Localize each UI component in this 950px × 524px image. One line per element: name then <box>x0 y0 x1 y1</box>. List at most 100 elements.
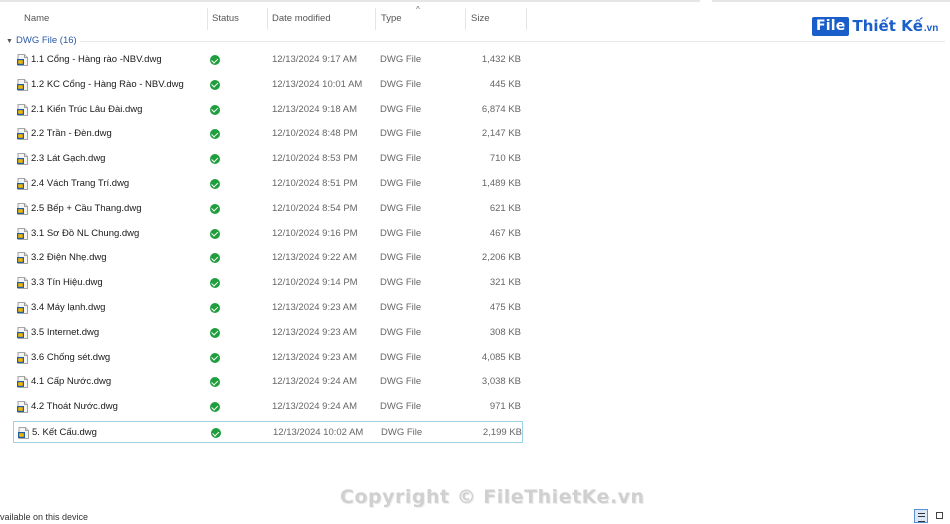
file-date-modified: 12/13/2024 9:18 AM <box>272 103 358 115</box>
file-date-modified: 12/13/2024 9:22 AM <box>272 252 358 264</box>
file-row[interactable]: 3.2 Điện Nhẹ.dwg 12/13/2024 9:22 AM DWG Fi… <box>13 247 523 269</box>
copyright-watermark: Copyright © FileThietKe.vn <box>340 486 645 508</box>
file-type: DWG File <box>380 153 422 165</box>
file-size: 4,085 KB <box>481 351 521 363</box>
file-date-modified: 12/10/2024 8:51 PM <box>272 178 358 189</box>
file-size: 710 KB <box>489 153 521 165</box>
file-row[interactable]: 2.5 Bếp + Cầu Thang.dwg 12/10/2024 8:54 P… <box>13 198 523 220</box>
file-row[interactable]: 1.2 KC Cổng - Hàng Rào - NBV.dwg 12/13/20… <box>13 74 523 96</box>
group-label: DWG File (16) <box>16 35 77 46</box>
synced-check-icon <box>210 179 220 189</box>
details-view-button[interactable] <box>914 509 928 523</box>
file-name: 3.6 Chống sét.dwg <box>31 351 111 363</box>
synced-check-icon <box>210 278 220 289</box>
file-row[interactable]: 1.1 Cổng - Hàng rào -NBV.dwg 12/13/2024 9… <box>13 49 523 71</box>
file-name: 1.1 Cổng - Hàng rào -NBV.dwg <box>31 54 162 65</box>
file-row[interactable]: 2.3 Lát Gạch.dwg 12/10/2024 8:53 PM DWG Fi… <box>13 148 523 170</box>
site-logo: File Thiết Kế .vn <box>812 13 938 39</box>
details-view-icon <box>918 513 925 522</box>
file-type: DWG File <box>380 351 422 363</box>
file-name: 1.2 KC Cổng - Hàng Rào - NBV.dwg <box>31 78 184 90</box>
file-size: 308 KB <box>489 326 521 338</box>
synced-check-icon <box>210 352 220 363</box>
logo-file-mark: File <box>812 16 850 36</box>
file-size: 2,147 KB <box>481 128 521 140</box>
synced-check-icon <box>210 55 220 65</box>
file-type: DWG File <box>380 401 422 413</box>
sort-ascending-icon: ^ <box>416 5 420 14</box>
file-size: 321 KB <box>489 277 521 289</box>
column-separator[interactable] <box>465 8 466 30</box>
logo-brand-text: Thiết Kế <box>852 17 923 35</box>
file-name: 3.4 Máy lạnh.dwg <box>31 302 106 313</box>
synced-check-icon <box>210 79 220 90</box>
file-row[interactable]: 4.2 Thoát Nước.dwg 12/13/2024 9:24 AM DWG … <box>13 396 523 418</box>
file-row[interactable]: 4.1 Cấp Nước.dwg 12/13/2024 9:24 AM DWG Fi… <box>13 371 523 393</box>
file-row[interactable]: 2.4 Vách Trang Trí.dwg 12/10/2024 8:51 PM… <box>13 173 523 195</box>
column-separator[interactable] <box>375 8 376 30</box>
synced-check-icon <box>210 228 220 239</box>
file-size: 6,874 KB <box>481 103 521 115</box>
dwg-file-icon <box>17 128 28 141</box>
file-name: 2.1 Kiến Trúc Lâu Đài.dwg <box>31 103 143 115</box>
file-type: DWG File <box>380 78 422 90</box>
synced-check-icon <box>210 253 220 264</box>
file-row[interactable]: 3.3 Tín Hiệu.dwg 12/10/2024 9:14 PM DWG Fi… <box>13 272 523 294</box>
file-date-modified: 12/13/2024 10:01 AM <box>272 78 363 90</box>
top-strip-left <box>0 0 700 2</box>
synced-check-icon <box>210 377 220 388</box>
file-date-modified: 12/13/2024 9:23 AM <box>272 351 358 363</box>
chevron-down-icon[interactable]: ▼ <box>6 35 16 49</box>
dwg-file-icon <box>17 202 28 215</box>
file-date-modified: 12/13/2024 9:17 AM <box>272 54 358 65</box>
dwg-file-icon <box>17 277 28 290</box>
tiles-view-button[interactable] <box>933 509 947 523</box>
synced-check-icon <box>210 327 220 338</box>
logo-tld: .vn <box>923 23 939 34</box>
file-row[interactable]: 3.4 Máy lạnh.dwg 12/13/2024 9:23 AM DWG Fi… <box>13 297 523 319</box>
synced-check-icon <box>210 203 220 214</box>
file-row[interactable]: 3.6 Chống sét.dwg 12/13/2024 9:23 AM DWG F… <box>13 347 523 369</box>
file-row[interactable]: 5. Kết Cấu.dwg 12/13/2024 10:02 AM DWG Fil… <box>13 421 523 443</box>
column-status-header[interactable]: Status <box>212 8 239 30</box>
dwg-file-icon <box>17 326 28 339</box>
synced-check-icon <box>210 154 220 165</box>
file-size: 2,206 KB <box>481 252 521 264</box>
column-separator[interactable] <box>267 8 268 30</box>
column-name-header[interactable]: Name <box>24 8 49 30</box>
file-row[interactable]: 2.1 Kiến Trúc Lâu Đài.dwg 12/13/2024 9:18… <box>13 99 523 121</box>
file-type: DWG File <box>380 326 422 338</box>
file-type: DWG File <box>380 277 422 289</box>
column-separator[interactable] <box>207 8 208 30</box>
file-size: 1,432 KB <box>481 54 521 65</box>
dwg-file-icon <box>17 227 28 240</box>
column-type-header[interactable]: Type <box>381 8 402 30</box>
file-name: 5. Kết Cấu.dwg <box>32 427 97 438</box>
file-name: 3.5 Internet.dwg <box>31 326 100 338</box>
dwg-file-icon <box>17 78 28 91</box>
group-header-dwg[interactable]: ▼ DWG File (16) <box>6 34 77 48</box>
dwg-file-icon <box>17 178 28 190</box>
file-date-modified: 12/10/2024 8:54 PM <box>272 202 358 214</box>
file-date-modified: 12/13/2024 9:23 AM <box>272 302 358 313</box>
file-name: 2.5 Bếp + Cầu Thang.dwg <box>31 202 142 214</box>
file-row[interactable]: 3.1 Sơ Đồ NL Chung.dwg 12/10/2024 9:16 PM… <box>13 223 523 245</box>
file-size: 621 KB <box>489 202 521 214</box>
group-divider <box>80 41 945 42</box>
file-row[interactable]: 3.5 Internet.dwg 12/13/2024 9:23 AM DWG Fi… <box>13 322 523 344</box>
file-date-modified: 12/13/2024 10:02 AM <box>273 427 364 438</box>
top-strip <box>0 0 950 4</box>
file-row[interactable]: 2.2 Trần - Đèn.dwg 12/10/2024 8:48 PM DWG … <box>13 123 523 145</box>
file-name: 3.2 Điện Nhẹ.dwg <box>31 252 107 264</box>
file-name: 3.1 Sơ Đồ NL Chung.dwg <box>31 227 140 239</box>
top-strip-right <box>712 0 950 2</box>
file-size: 971 KB <box>489 401 521 413</box>
file-name: 2.4 Vách Trang Trí.dwg <box>31 178 130 189</box>
column-separator[interactable] <box>526 8 527 30</box>
file-type: DWG File <box>380 376 422 388</box>
column-date-header[interactable]: Date modified <box>272 8 331 30</box>
file-name: 2.2 Trần - Đèn.dwg <box>31 128 112 140</box>
file-type: DWG File <box>380 202 422 214</box>
column-size-header[interactable]: Size <box>471 8 489 30</box>
tiles-view-icon <box>936 512 943 519</box>
